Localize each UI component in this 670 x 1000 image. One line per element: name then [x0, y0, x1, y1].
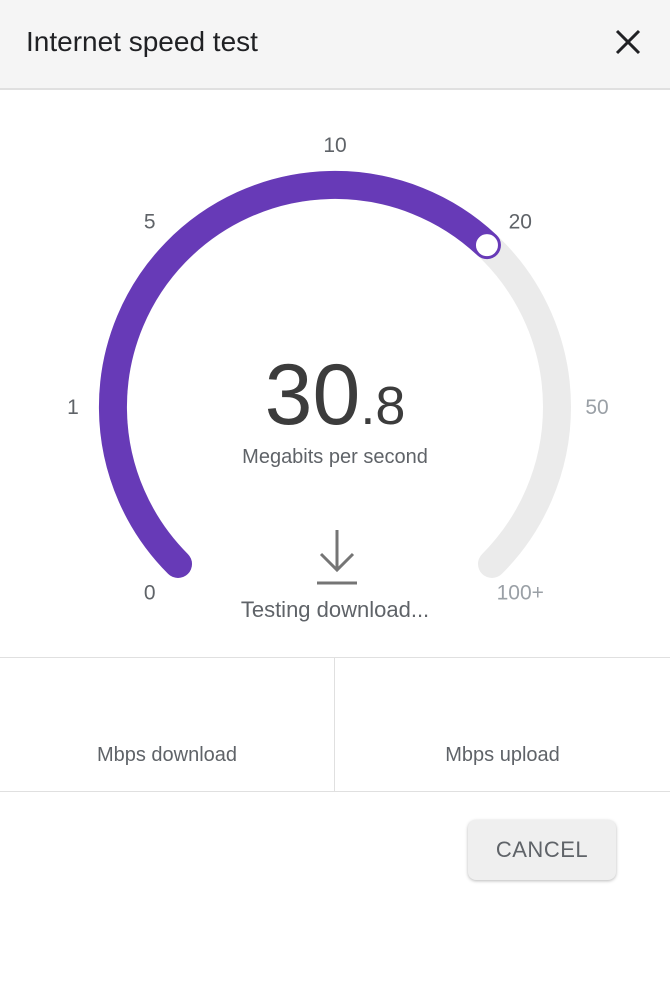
speed-unit-label: Megabits per second: [242, 446, 428, 468]
upload-result: Mbps upload: [335, 658, 670, 791]
speed-gauge: 0 1 5 10 20 50 100+ 30.8 Megabits per second T…: [0, 92, 670, 657]
gauge-tick-label: 20: [509, 211, 532, 234]
results-panel: Mbps download Mbps upload: [0, 657, 670, 792]
close-icon: [615, 29, 641, 55]
gauge-tick-label: 5: [144, 211, 156, 234]
close-button[interactable]: [608, 22, 648, 62]
download-icon: [317, 530, 357, 585]
download-label: Mbps download: [96, 744, 238, 766]
gauge-tick-label: 10: [323, 134, 346, 157]
speed-readout: 30.8: [0, 347, 670, 454]
dialog-header: Internet speed test: [0, 0, 670, 90]
speed-decimal: .8: [360, 376, 406, 436]
cancel-button[interactable]: CANCEL: [468, 820, 616, 880]
dialog-title: Internet speed test: [26, 26, 258, 57]
download-result: Mbps download: [0, 658, 335, 791]
status-text: Testing download...: [240, 597, 430, 622]
speed-integer: 30: [264, 347, 361, 443]
upload-label: Mbps upload: [445, 744, 560, 766]
gauge-indicator: [473, 232, 500, 259]
status-indicator: [314, 528, 360, 588]
